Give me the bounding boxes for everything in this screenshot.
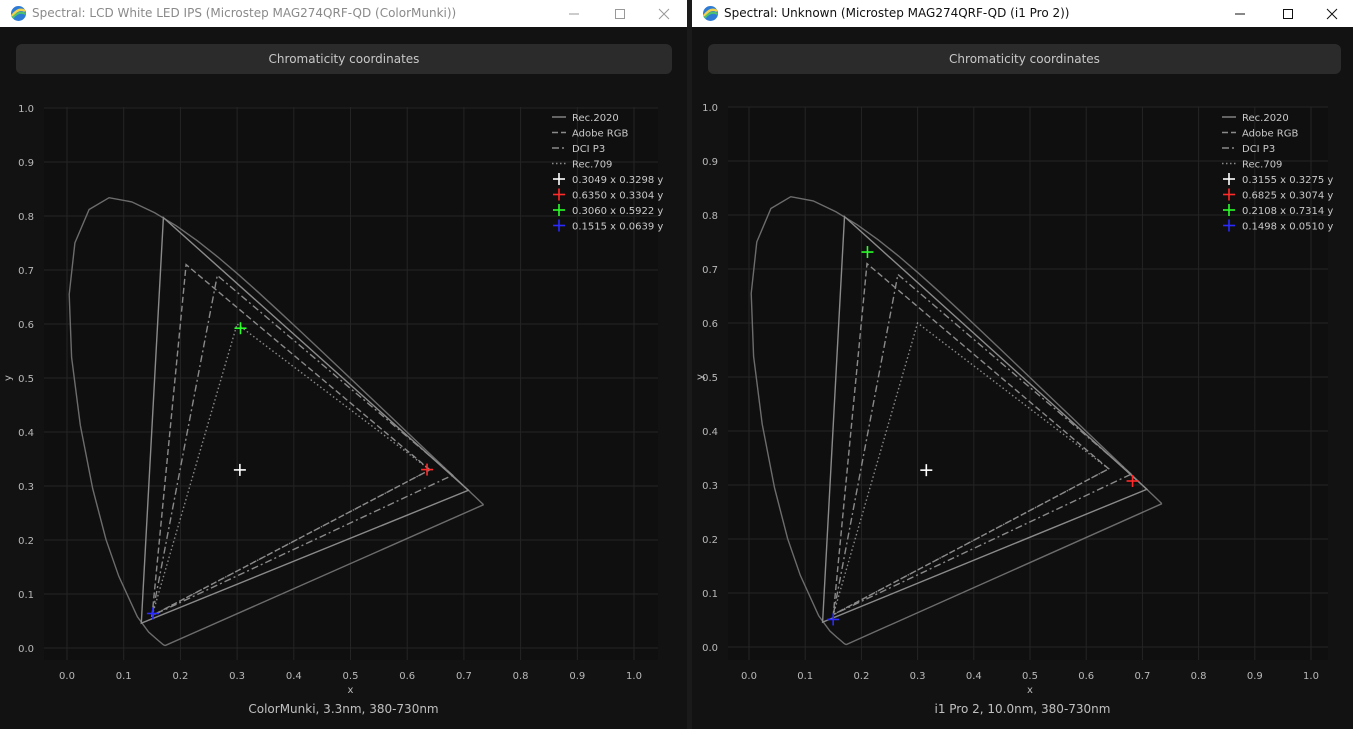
y-tick-label: 0.3: [702, 481, 718, 492]
legend-entry: DCI P3: [1242, 144, 1275, 155]
instrument-caption: i1 Pro 2, 10.0nm, 380-730nm: [934, 702, 1111, 716]
y-tick-label: 0.7: [702, 265, 718, 276]
y-tick-label: 0.0: [702, 643, 718, 654]
y-tick-label: 0.4: [18, 428, 34, 439]
x-tick-label: 0.8: [1191, 671, 1207, 682]
x-tick-label: 0.9: [569, 671, 585, 682]
x-tick-label: 0.5: [343, 671, 359, 682]
x-tick-label: 0.2: [172, 671, 188, 682]
legend-entry: 0.3049 x 0.3298 y: [572, 175, 663, 186]
y-tick-label: 1.0: [702, 103, 718, 114]
x-axis-label: x: [1027, 685, 1033, 696]
legend-entry: DCI P3: [572, 144, 605, 155]
x-tick-label: 0.3: [229, 671, 245, 682]
legend-entry: 0.1515 x 0.0639 y: [572, 222, 663, 233]
x-tick-label: 0.3: [910, 671, 926, 682]
spectral-window-colormunki: Spectral: LCD White LED IPS (Microstep M…: [0, 0, 687, 729]
legend-entry: Adobe RGB: [572, 129, 629, 140]
legend-entry: Rec.2020: [1242, 113, 1289, 124]
y-tick-label: 0.5: [18, 374, 34, 385]
y-axis-label: y: [3, 375, 14, 381]
y-tick-label: 0.3: [18, 482, 34, 493]
chromaticity-chart: 0.0 0.1 0.2 0.3 0.4 0.5 0.6 0.7 0.8 0.9 1.0 0.0 0.1 0…: [695, 103, 1333, 696]
x-tick-label: 0.4: [966, 671, 982, 682]
legend-entry: 0.3060 x 0.5922 y: [572, 206, 663, 217]
legend-entry: Rec.709: [1242, 160, 1282, 171]
y-tick-label: 0.1: [18, 590, 34, 601]
legend-entry: Adobe RGB: [1242, 129, 1299, 140]
instrument-caption: ColorMunki, 3.3nm, 380-730nm: [248, 702, 439, 716]
plot-area: [728, 107, 1328, 660]
x-tick-label: 1.0: [626, 671, 642, 682]
y-tick-label: 0.4: [702, 427, 718, 438]
x-axis-label: x: [348, 685, 354, 696]
x-tick-label: 0.7: [456, 671, 472, 682]
x-tick-label: 1.0: [1303, 671, 1319, 682]
x-tick-label: 0.0: [741, 671, 757, 682]
y-tick-label: 0.7: [18, 266, 34, 277]
x-tick-label: 0.2: [853, 671, 869, 682]
y-tick-label: 0.2: [18, 536, 34, 547]
chromaticity-chart: 0.0 0.1 0.2 0.3 0.4 0.5 0.6 0.7 0.8 0.9 1.0 0.0 0.1 0…: [3, 104, 663, 696]
y-tick-label: 0.9: [702, 157, 718, 168]
y-tick-label: 0.0: [18, 644, 34, 655]
legend-entry: 0.6825 x 0.3074 y: [1242, 191, 1333, 202]
y-tick-label: 0.8: [702, 211, 718, 222]
y-tick-label: 1.0: [18, 104, 34, 115]
y-tick-label: 0.9: [18, 158, 34, 169]
legend-entry: Rec.2020: [572, 113, 619, 124]
x-tick-label: 0.1: [116, 671, 132, 682]
y-tick-label: 0.1: [702, 589, 718, 600]
legend-entry: 0.6350 x 0.3304 y: [572, 191, 663, 202]
y-tick-label: 0.6: [702, 319, 718, 330]
x-tick-label: 0.6: [399, 671, 415, 682]
y-axis-label: y: [695, 374, 706, 380]
x-tick-label: 0.1: [797, 671, 813, 682]
legend-entry: 0.1498 x 0.0510 y: [1242, 222, 1333, 233]
y-tick-label: 0.8: [18, 212, 34, 223]
legend-entry: 0.2108 x 0.7314 y: [1242, 206, 1333, 217]
x-tick-label: 0.6: [1078, 671, 1094, 682]
x-tick-label: 0.9: [1247, 671, 1263, 682]
x-tick-label: 0.4: [286, 671, 302, 682]
y-tick-label: 0.2: [702, 535, 718, 546]
x-tick-label: 0.8: [513, 671, 529, 682]
legend-entry: 0.3155 x 0.3275 y: [1242, 175, 1333, 186]
y-tick-label: 0.6: [18, 320, 34, 331]
spectral-window-i1pro2: Spectral: Unknown (Microstep MAG274QRF-Q…: [692, 0, 1353, 729]
x-tick-label: 0.0: [59, 671, 75, 682]
legend-entry: Rec.709: [572, 160, 612, 171]
x-tick-label: 0.7: [1134, 671, 1150, 682]
x-tick-label: 0.5: [1022, 671, 1038, 682]
